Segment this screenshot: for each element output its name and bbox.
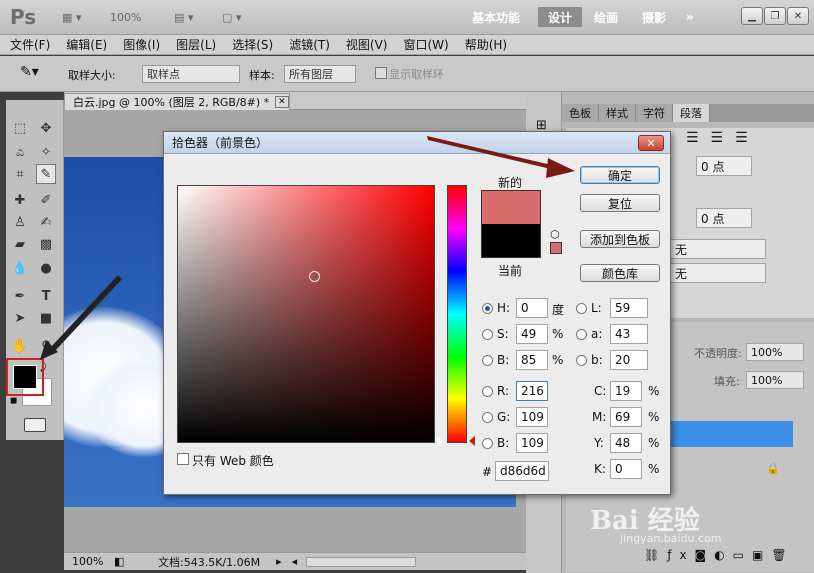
arrowhead-ok-icon: [546, 158, 575, 178]
baidu-watermark-url: jingyan.baidu.com: [620, 532, 722, 545]
annotation-arrows: [40, 136, 575, 360]
arrow-to-ok-icon: [427, 136, 556, 170]
arrow-to-foreground-icon: [50, 275, 122, 352]
